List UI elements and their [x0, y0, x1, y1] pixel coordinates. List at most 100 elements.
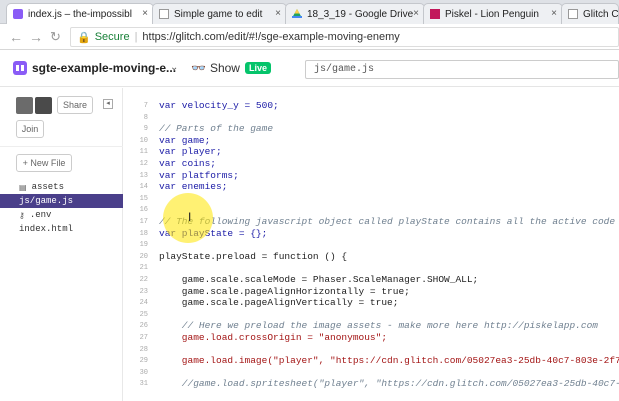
line-number: 21 — [139, 264, 148, 273]
line-number: 28 — [139, 345, 148, 354]
code-line: 31 //game.load.spritesheet("player", "ht… — [124, 378, 619, 390]
file-item-index-html[interactable]: index.html — [0, 222, 123, 236]
google-drive-icon — [292, 9, 302, 19]
code-line: 20 playState.preload = function () { — [124, 251, 619, 263]
browser-tab-2[interactable]: Simple game to edit × — [152, 3, 287, 24]
browser-tab-title: index.js – the-impossibl — [28, 8, 132, 20]
file-item-assets[interactable]: ▤ assets — [0, 180, 123, 194]
line-number: 15 — [139, 194, 148, 203]
line-number: 9 — [143, 125, 148, 134]
code-text: var enemies; — [159, 181, 228, 193]
code-text: game.scale.pageAlignHorizontally = true; — [159, 285, 410, 297]
file-item-game-js[interactable]: js/game.js — [0, 194, 123, 208]
line-number: 18 — [139, 229, 148, 238]
line-number: 13 — [139, 171, 148, 180]
code-line: 10 var game; — [124, 135, 619, 147]
browser-tab-title: Simple game to edit — [174, 8, 263, 20]
line-number: 22 — [139, 276, 148, 284]
code-line: 25 — [124, 309, 619, 321]
collapse-sidebar-icon[interactable]: ◂ — [103, 99, 113, 109]
code-text: game.load.crossOrigin = "anonymous"; — [159, 332, 388, 343]
code-text: //game.load.spritesheet("player", "https… — [159, 378, 619, 390]
file-name: index.html — [19, 224, 74, 234]
code-text: playState.preload = function () { — [159, 250, 348, 262]
code-line: 9 // Parts of the game — [124, 123, 619, 135]
code-line: 28 — [124, 344, 619, 356]
code-line: 7 var velocity_y = 500; — [124, 100, 619, 112]
close-tab-icon[interactable]: × — [275, 8, 281, 19]
show-button[interactable]: 👓 Show Live — [191, 61, 271, 75]
share-button[interactable]: Share — [57, 96, 93, 114]
folder-icon: ▤ — [19, 182, 27, 192]
line-number: 19 — [139, 241, 148, 250]
browser-tab-title: Glitch C — [583, 8, 619, 20]
line-number: 8 — [143, 113, 148, 122]
close-tab-icon[interactable]: × — [413, 8, 419, 19]
line-number: 24 — [139, 299, 148, 308]
secure-label: Secure — [94, 31, 130, 43]
page-favicon-icon — [159, 9, 169, 19]
glitch-logo-icon[interactable] — [13, 61, 27, 75]
browser-tab-4[interactable]: Piskel - Lion Penguin × — [423, 3, 563, 24]
new-file-button[interactable]: + New File — [16, 154, 72, 172]
forward-arrow-icon[interactable]: → — [29, 29, 43, 45]
line-number: 29 — [139, 357, 148, 366]
avatar[interactable] — [35, 97, 52, 114]
line-number: 12 — [139, 160, 148, 168]
show-label: Show — [209, 61, 240, 75]
reload-icon[interactable]: ↻ — [50, 29, 61, 45]
line-number: 31 — [139, 380, 148, 389]
code-text: var platforms; — [159, 169, 239, 181]
sidebar: Share ◂ Join + New File ▤ assets js/game… — [0, 88, 123, 401]
text-cursor-icon: I — [188, 210, 192, 224]
code-line: 14 var enemies; — [124, 181, 619, 193]
code-line: 26 // Here we preload the image assets -… — [124, 320, 619, 332]
code-line: 30 — [124, 367, 619, 379]
close-tab-icon[interactable]: × — [142, 8, 148, 19]
browser-tab-1[interactable]: index.js – the-impossibl × — [6, 3, 154, 24]
code-text: var velocity_y = 500; — [159, 100, 279, 111]
piskel-favicon-icon — [430, 9, 440, 19]
code-text: game.load.image("player", "https://cdn.g… — [159, 355, 619, 367]
back-arrow-icon[interactable]: ← — [9, 29, 23, 45]
url-input[interactable]: 🔒 Secure | https://glitch.com/edit/#!/sg… — [70, 27, 619, 47]
close-tab-icon[interactable]: × — [551, 8, 557, 19]
browser-tab-5[interactable]: Glitch C — [561, 3, 619, 24]
code-text: // The following javascript object calle… — [159, 216, 619, 227]
code-text: game.scale.pageAlignVertically = true; — [159, 297, 399, 309]
live-badge: Live — [244, 62, 271, 74]
file-name: .env — [29, 210, 52, 220]
line-number: 7 — [143, 102, 148, 110]
url-separator: | — [134, 31, 138, 43]
file-name: assets — [31, 182, 64, 192]
code-text: var player; — [159, 146, 222, 158]
code-text: game.scale.scaleMode = Phaser.ScaleManag… — [159, 274, 479, 285]
code-text: var game; — [159, 134, 211, 146]
browser-tab-title: 18_3_19 - Google Drive — [307, 8, 414, 20]
code-text: // Parts of the game — [159, 123, 274, 135]
chevron-down-icon[interactable]: ⌄ — [170, 62, 178, 73]
line-number: 20 — [139, 252, 148, 261]
line-number: 11 — [139, 148, 148, 157]
browser-tab-3[interactable]: 18_3_19 - Google Drive × — [285, 3, 425, 24]
code-line: 8 — [124, 112, 619, 124]
lock-icon: 🔒 — [77, 31, 91, 44]
file-search-input[interactable]: js/game.js — [305, 60, 619, 79]
code-line: 29 game.load.image("player", "https://cd… — [124, 355, 619, 367]
code-line: 27 game.load.crossOrigin = "anonymous"; — [124, 332, 619, 344]
line-number: 17 — [139, 218, 148, 226]
project-name[interactable]: sgte-example-moving-e... — [32, 61, 176, 75]
code-line: 21 — [124, 262, 619, 274]
browser-tab-strip: index.js – the-impossibl × Simple game t… — [0, 0, 619, 24]
file-name: js/game.js — [19, 196, 74, 206]
avatar[interactable] — [16, 97, 33, 114]
line-number: 14 — [139, 183, 148, 192]
file-item-env[interactable]: ⚷ .env — [0, 208, 123, 222]
line-number: 25 — [139, 310, 148, 319]
app-header: sgte-example-moving-e... ⌄ 👓 Show Live j… — [0, 51, 619, 87]
join-button[interactable]: Join — [16, 120, 44, 138]
browser-tab-title: Piskel - Lion Penguin — [445, 8, 539, 20]
code-editor[interactable]: 7 var velocity_y = 500; 8 9 // Parts of the … — [124, 88, 619, 401]
code-line: 19 — [124, 239, 619, 251]
line-number: 23 — [139, 287, 148, 296]
